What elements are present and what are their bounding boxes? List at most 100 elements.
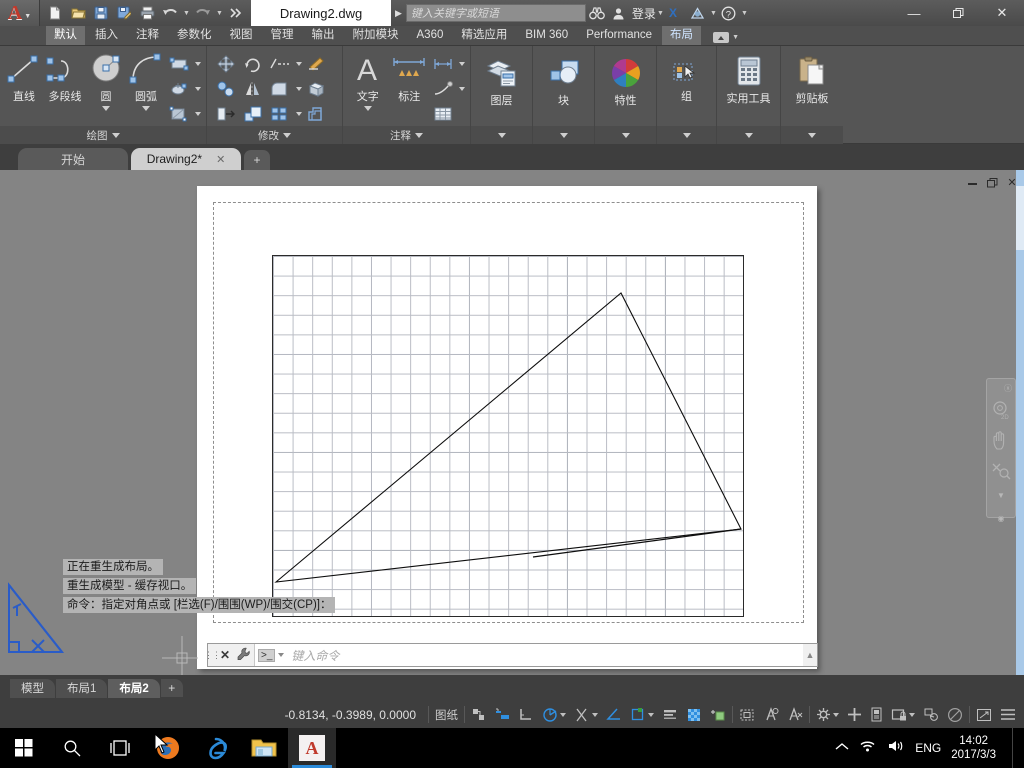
layer-button[interactable]: 图层 [475, 56, 528, 108]
hatch-dropdown-icon[interactable] [193, 77, 202, 101]
customization-menu-icon[interactable] [996, 704, 1020, 726]
title-dropdown-icon[interactable]: ▶ [395, 8, 402, 19]
navbar-close-icon[interactable]: ⓧ [1004, 383, 1015, 394]
maximize-button[interactable] [936, 0, 980, 26]
new-tab-button[interactable]: + [244, 150, 270, 170]
linear-dimension-dropdown-icon[interactable] [457, 52, 466, 76]
save-as-icon[interactable] [113, 2, 135, 24]
autodesk-exchange-icon[interactable]: X [665, 2, 687, 24]
arc-dropdown-icon[interactable] [142, 106, 150, 111]
chevron-down-icon[interactable] [560, 712, 566, 717]
fillet-button[interactable] [267, 77, 293, 101]
ribbon-tab-parametric[interactable]: 参数化 [169, 26, 220, 45]
ortho-icon[interactable] [515, 704, 538, 726]
dimension-button[interactable]: 标注 [389, 50, 431, 104]
orbit-icon[interactable]: ◉ [998, 514, 1005, 523]
drawing-close-button[interactable]: ✕ [1006, 178, 1018, 191]
ribbon-tab-output[interactable]: 输出 [304, 26, 343, 45]
utilities-button[interactable]: 实用工具 [721, 54, 776, 106]
volume-icon[interactable] [887, 739, 905, 758]
ribbon-tab-layout[interactable]: 布局 [662, 26, 702, 45]
application-menu-button[interactable]: A ▼ [0, 0, 40, 26]
zoom-extents-icon[interactable] [991, 462, 1011, 485]
taskbar-app-autocad[interactable]: A [288, 728, 336, 768]
ribbon-options-chevron-icon[interactable]: ▼ [731, 34, 740, 41]
taskbar-app-internet-explorer[interactable] [192, 728, 240, 768]
binoculars-icon[interactable] [586, 2, 608, 24]
offset-button[interactable] [304, 102, 330, 126]
add-layout-button[interactable]: + [160, 679, 183, 697]
more-commands-icon[interactable] [225, 2, 247, 24]
array3d-button[interactable] [304, 77, 330, 101]
array-button[interactable] [267, 102, 293, 126]
move-button[interactable] [213, 52, 239, 76]
polar-tracking-icon[interactable] [538, 704, 570, 726]
new-icon[interactable] [44, 2, 66, 24]
layout-tab-model[interactable]: 模型 [10, 678, 55, 698]
chevron-down-icon[interactable] [648, 712, 654, 717]
polyline-button[interactable]: 多段线 [44, 50, 86, 104]
drawing-area[interactable]: ✕ 正在重生成布局。 重生成模型 - 缓存视口。 命令：指定对角点或 [栏选(F… [0, 170, 1024, 675]
hardware-accel-icon[interactable] [866, 704, 887, 726]
navigation-bar[interactable]: ⓧ 2D ▼ ◉ [986, 378, 1016, 523]
taskbar-app-file-explorer[interactable] [240, 728, 288, 768]
windows-start-icon[interactable] [0, 728, 48, 768]
panel-title-draw[interactable]: 绘图 [0, 126, 206, 144]
rectangle-dropdown-icon[interactable] [193, 52, 202, 76]
clean-screen-graphics-icon[interactable] [919, 704, 943, 726]
circle-dropdown-icon[interactable] [102, 106, 110, 111]
selection-cycling-icon[interactable] [706, 704, 730, 726]
redo-icon[interactable] [192, 2, 214, 24]
workspace-gear-icon[interactable] [812, 704, 843, 726]
pan-hand-icon[interactable] [992, 431, 1010, 456]
ribbon-tab-performance[interactable]: Performance [578, 26, 660, 45]
transparency-icon[interactable] [682, 704, 706, 726]
layout-viewport[interactable] [272, 255, 744, 617]
help-dropdown-icon[interactable]: ▼ [740, 10, 749, 17]
paper-space-toggle[interactable]: 图纸 [431, 704, 462, 726]
isolate-objects-icon[interactable] [843, 704, 866, 726]
object-snap-tracking-icon[interactable] [570, 704, 602, 726]
file-tab-drawing2[interactable]: Drawing2* ✕ [131, 148, 241, 170]
snap-grid-icon[interactable] [490, 704, 515, 726]
open-icon[interactable] [67, 2, 89, 24]
search-input[interactable]: 键入关键字或短语 [405, 4, 586, 22]
chevron-down-icon[interactable] [592, 712, 598, 717]
taskbar-clock[interactable]: 14:02 2017/3/3 [951, 734, 1002, 762]
search-icon[interactable] [48, 728, 96, 768]
clipboard-button[interactable]: 剪贴板 [785, 54, 839, 106]
ribbon-tab-addins[interactable]: 附加模块 [345, 26, 407, 45]
ribbon-tab-manage[interactable]: 管理 [263, 26, 302, 45]
annotation-visibility-icon[interactable] [735, 704, 759, 726]
rectangle-button[interactable] [166, 52, 192, 76]
leader-button[interactable] [430, 77, 456, 101]
hatch-button[interactable] [166, 77, 192, 101]
close-icon[interactable]: ✕ [216, 153, 225, 166]
model-space-icon[interactable] [467, 704, 490, 726]
gradient-dropdown-icon[interactable] [193, 102, 202, 126]
fullscreen-icon[interactable] [972, 704, 996, 726]
steering-wheel-icon[interactable]: 2D [991, 400, 1011, 425]
fillet-dropdown-icon[interactable] [294, 77, 303, 101]
panel-title-utilities[interactable] [717, 126, 780, 144]
properties-button[interactable]: 特性 [599, 56, 652, 108]
ribbon-tab-insert[interactable]: 插入 [87, 26, 126, 45]
ribbon-tab-featured-apps[interactable]: 精选应用 [453, 26, 515, 45]
redo-dropdown-icon[interactable]: ▼ [215, 10, 224, 17]
group-button[interactable]: 组 [661, 60, 712, 104]
panel-title-layer[interactable] [471, 126, 532, 144]
wifi-icon[interactable] [859, 739, 877, 758]
command-drag-handle[interactable]: ⋮⋮ [204, 644, 221, 666]
command-scroll-up-icon[interactable]: ▲ [803, 650, 817, 660]
panel-title-clipboard[interactable] [781, 126, 843, 144]
scrollbar-thumb[interactable] [1016, 186, 1024, 250]
undo-dropdown-icon[interactable]: ▼ [182, 10, 191, 17]
chevron-down-icon[interactable] [833, 712, 839, 717]
chevron-down-icon[interactable] [909, 712, 915, 717]
drawing-restore-button[interactable] [986, 178, 998, 191]
arc-button[interactable]: 圆弧 [126, 50, 166, 111]
table-button[interactable] [430, 102, 456, 126]
block-button[interactable]: 块 [537, 56, 590, 108]
cloud-dropdown-icon[interactable]: ▼ [709, 10, 718, 17]
panel-title-modify[interactable]: 修改 [207, 126, 342, 144]
